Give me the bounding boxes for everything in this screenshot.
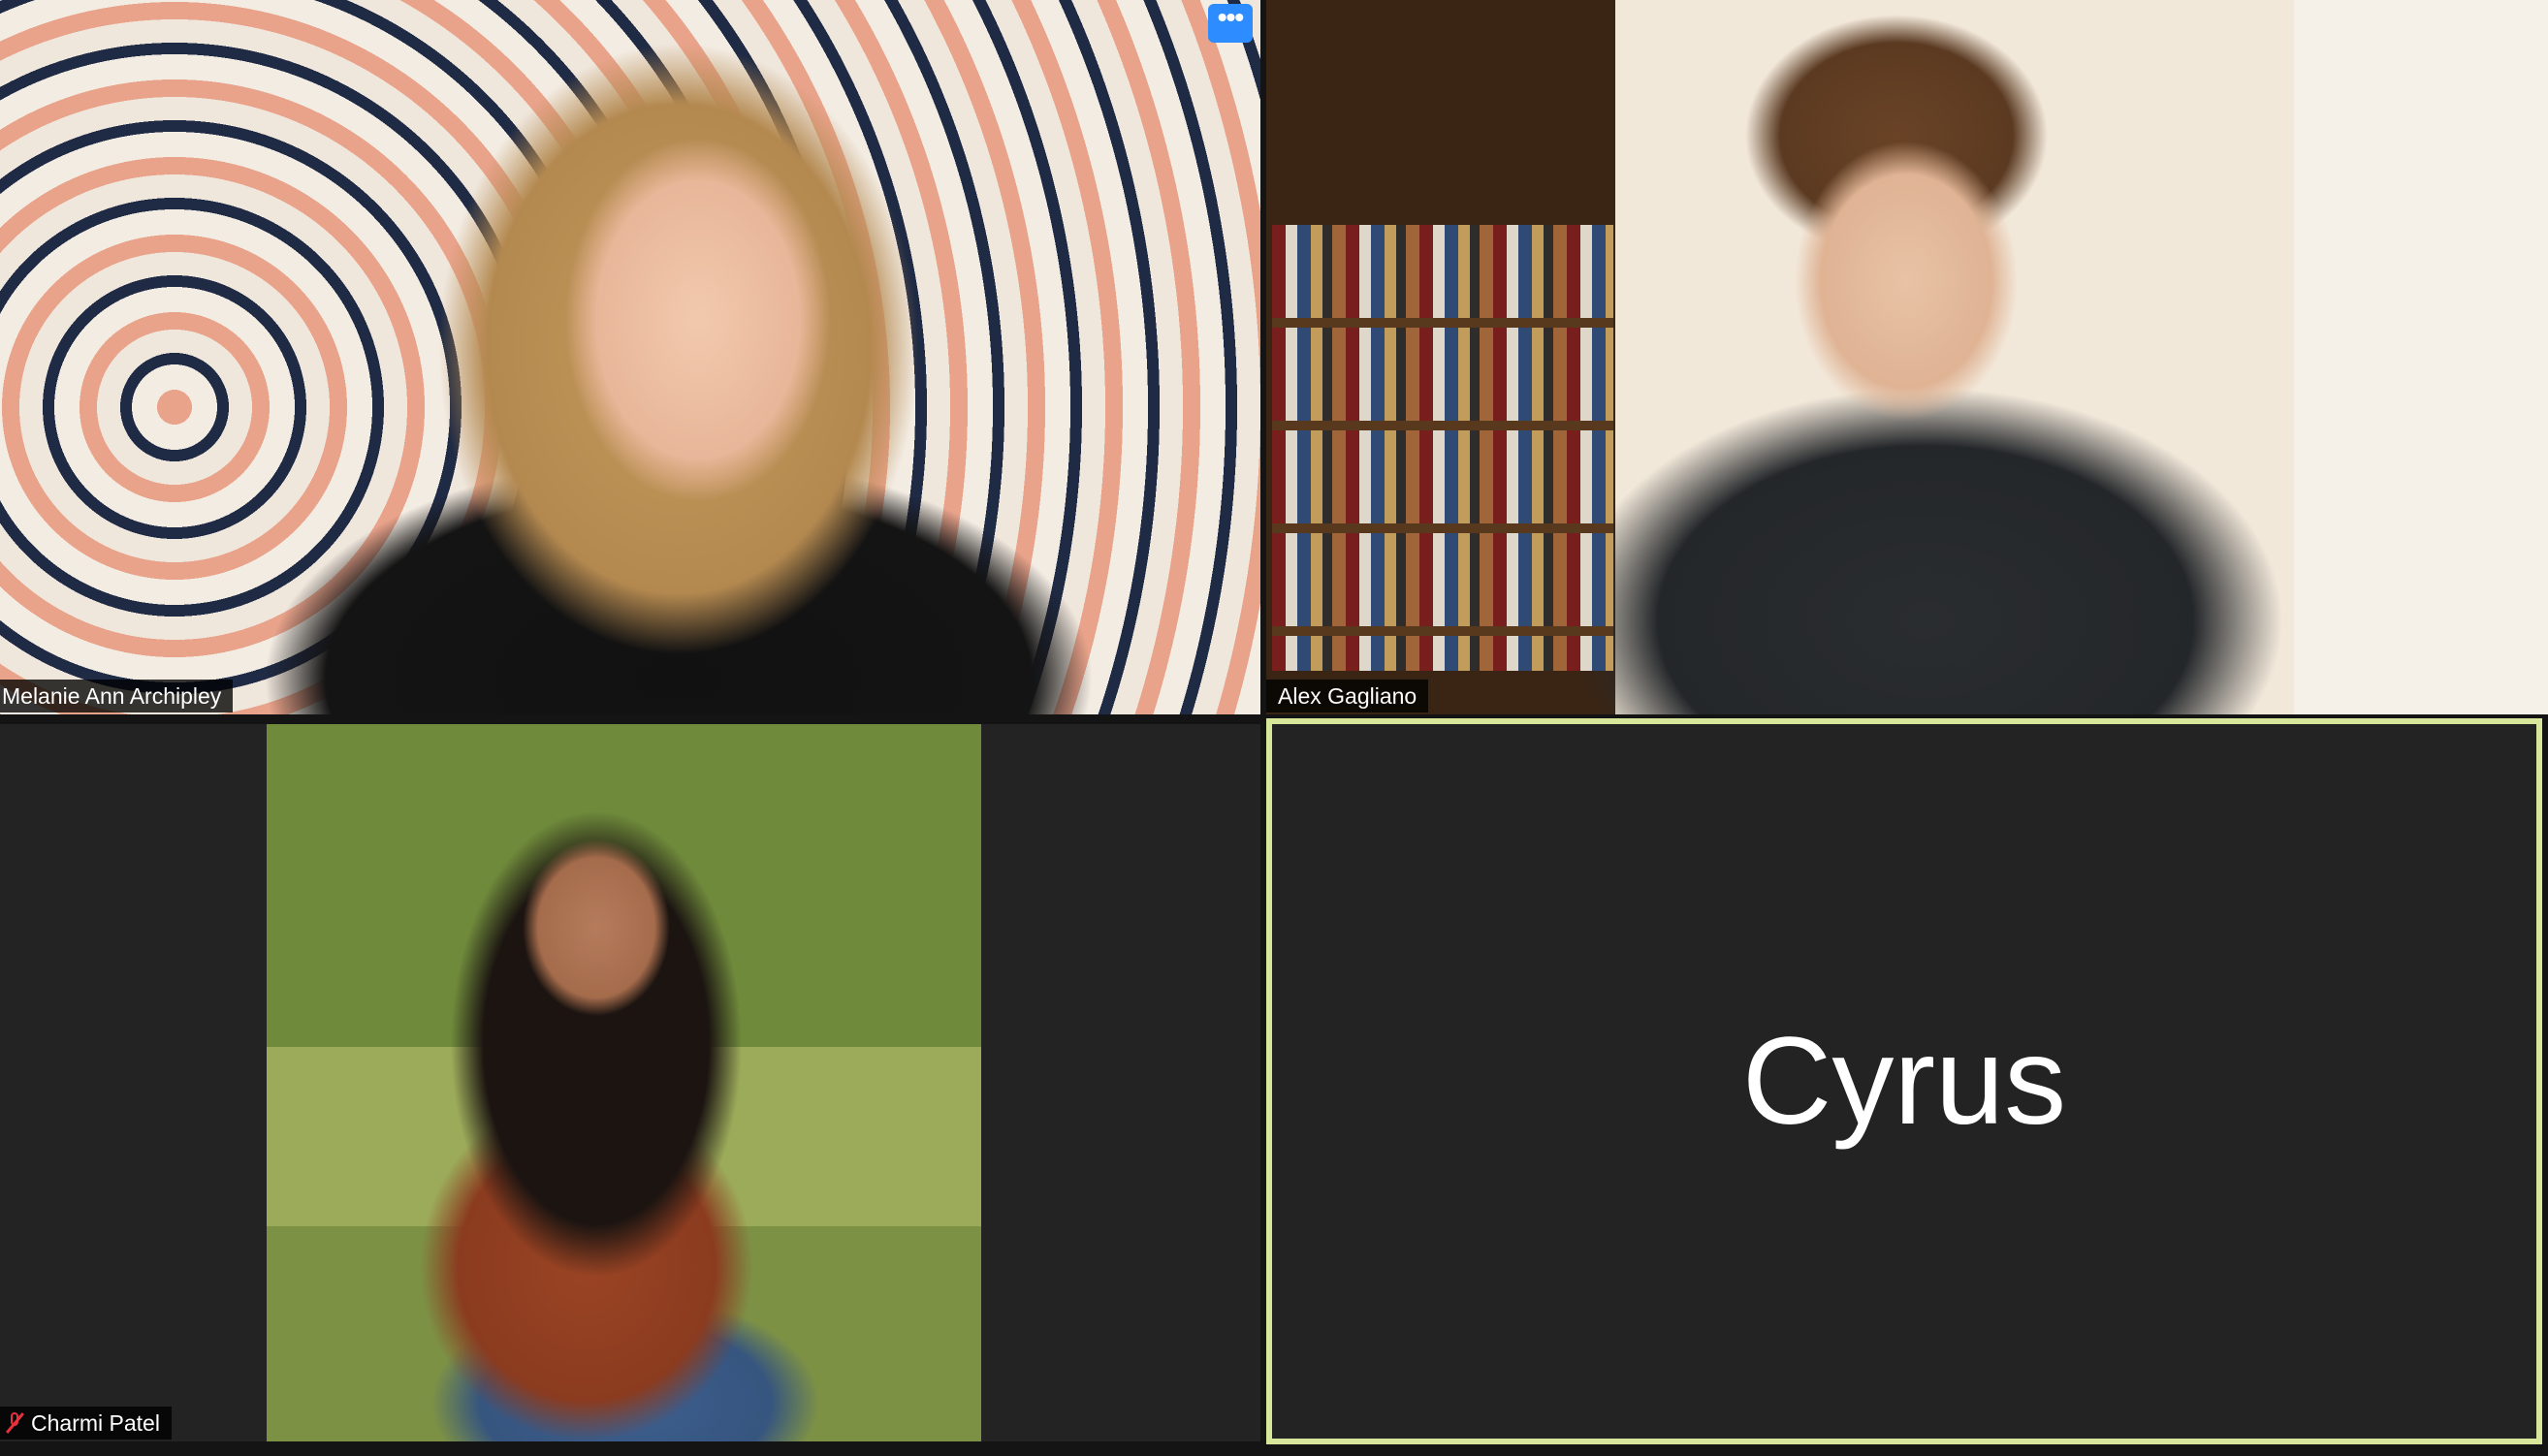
participant-name-label: Alex Gagliano xyxy=(1266,680,1429,712)
video-tile-charmi[interactable]: Charmi Patel xyxy=(0,724,1260,1441)
participant-name-label: Charmi Patel xyxy=(0,1407,172,1440)
participant-name: Melanie Ann Archipley xyxy=(2,683,222,709)
mic-muted-icon xyxy=(6,1412,23,1434)
participant-name: Alex Gagliano xyxy=(1278,683,1417,709)
participant-name-label: Melanie Ann Archipley xyxy=(0,680,234,712)
participant-name-placeholder: Cyrus xyxy=(1741,1011,2067,1151)
participant-name: Charmi Patel xyxy=(31,1410,160,1436)
background-bookshelf xyxy=(1272,225,1613,671)
profile-picture xyxy=(267,724,981,1441)
video-tile-cyrus[interactable]: Cyrus xyxy=(1266,718,2542,1444)
video-tile-melanie[interactable]: ••• Melanie Ann Archipley xyxy=(0,0,1260,714)
more-options-icon: ••• xyxy=(1217,2,1244,32)
gallery-view: ••• Melanie Ann Archipley Alex Gagliano … xyxy=(0,0,2548,1456)
video-tile-alex[interactable]: Alex Gagliano xyxy=(1266,0,2548,714)
participant-video xyxy=(0,0,1260,714)
more-options-button[interactable]: ••• xyxy=(1208,4,1253,43)
